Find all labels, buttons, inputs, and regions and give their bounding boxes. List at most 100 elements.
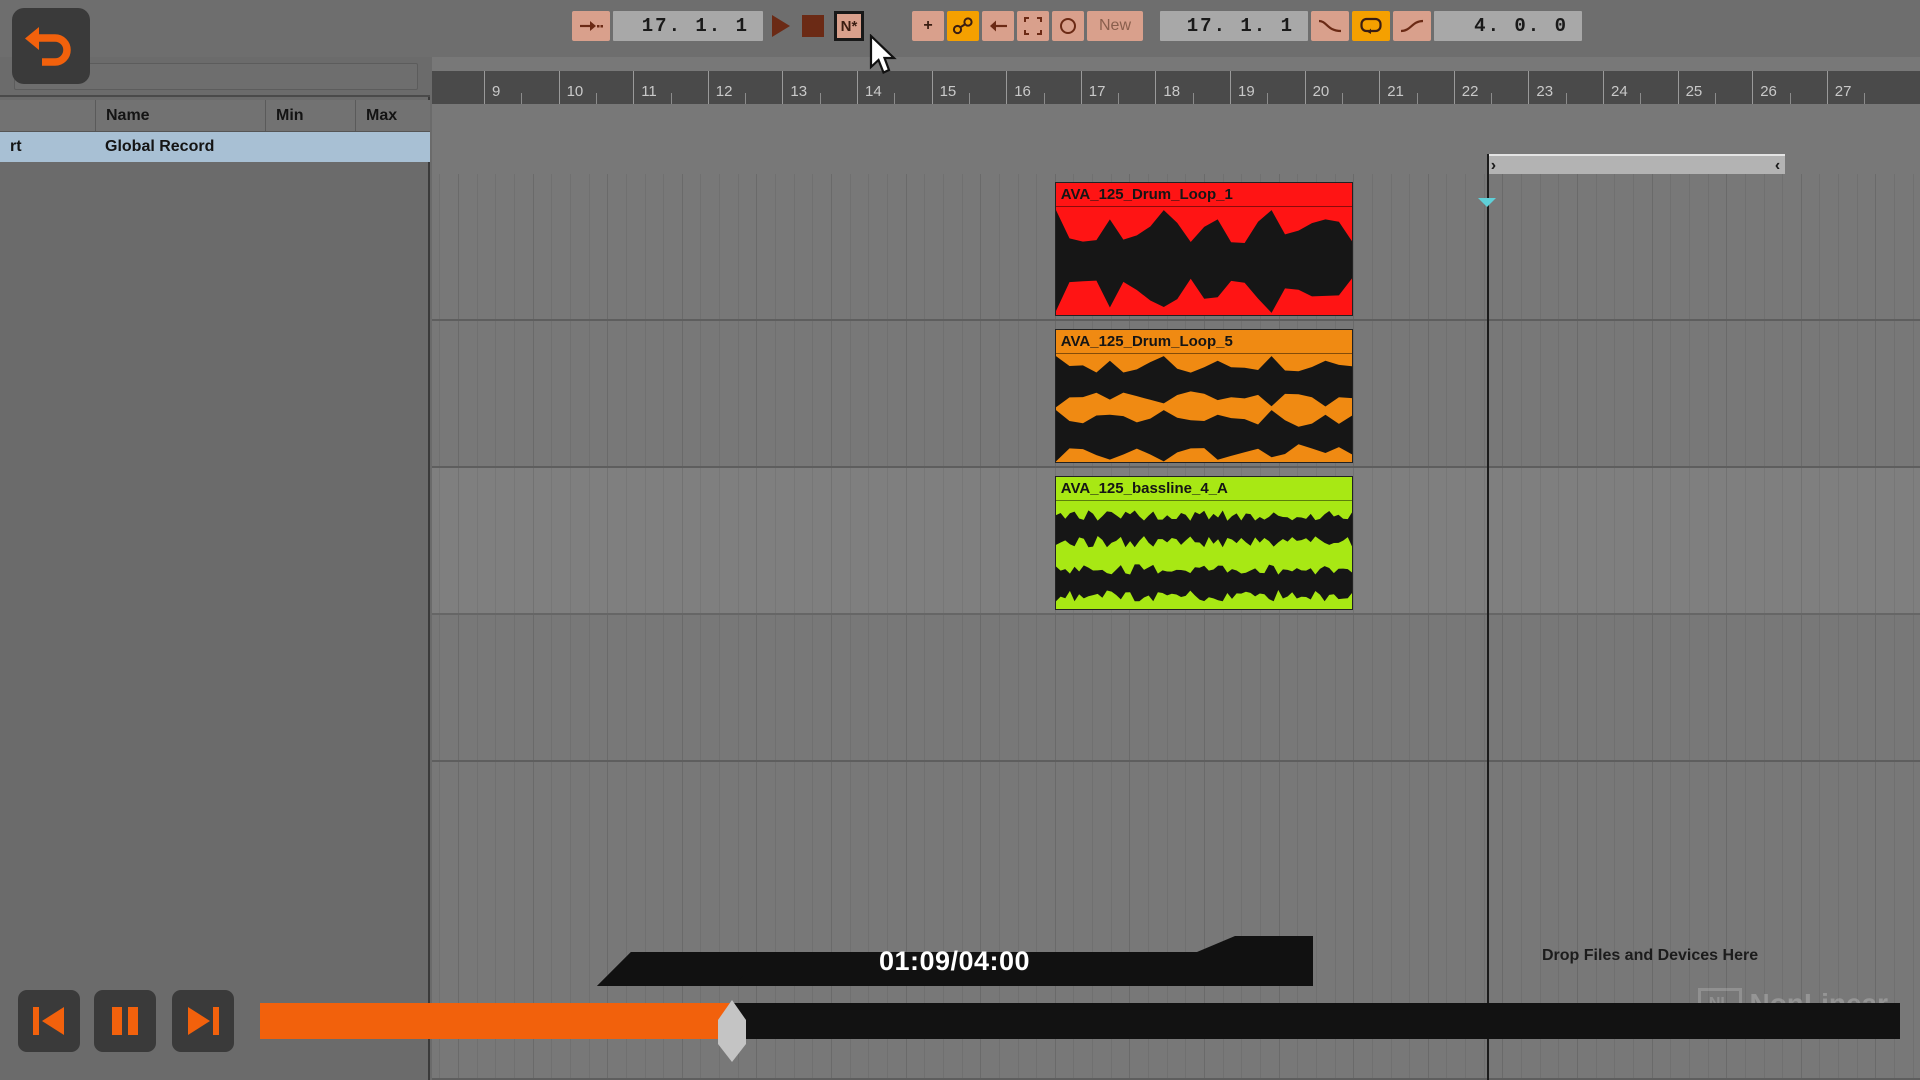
ruler-tick-20: 20 (1304, 71, 1329, 104)
audio-clip[interactable]: AVA_125_bassline_4_A (1054, 476, 1354, 610)
fade-in-icon[interactable] (1393, 11, 1431, 41)
ruler-tick-16: 16 (1006, 71, 1031, 104)
ruler-subtick (819, 93, 821, 104)
fade-out-icon[interactable] (1311, 11, 1349, 41)
ruler-tick-9: 9 (484, 71, 500, 104)
browser-column-headers: Name Min Max (0, 100, 430, 132)
column-header-max[interactable]: Max (355, 100, 430, 131)
clip-waveform (1055, 355, 1353, 462)
column-header-name[interactable]: Name (95, 100, 265, 131)
ruler-subtick (894, 93, 896, 104)
ruler-subtick (1043, 93, 1045, 104)
loop-start-display[interactable]: 17. 1. 1 (1160, 11, 1308, 41)
skip-next-icon (188, 1007, 219, 1035)
loop-brace[interactable]: › ‹ (1486, 154, 1786, 175)
skip-next-button[interactable] (172, 990, 234, 1052)
play-icon[interactable] (772, 15, 790, 37)
row-max (355, 132, 430, 162)
playhead (1486, 154, 1489, 1080)
ruler-subtick (1192, 93, 1194, 104)
browser-panel[interactable]: Name Min Max rt Global Record (0, 57, 430, 1080)
ruler-tick-21: 21 (1379, 71, 1404, 104)
link-icon[interactable] (947, 11, 979, 41)
fit-selection-icon[interactable] (1017, 11, 1049, 41)
loop-end-handle[interactable]: ‹ (1775, 157, 1780, 175)
ruler-subtick (595, 93, 597, 104)
loop-start-handle[interactable]: › (1491, 157, 1496, 175)
ruler-tick-17: 17 (1080, 71, 1105, 104)
ruler-subtick (1118, 93, 1120, 104)
ruler-subtick (968, 93, 970, 104)
table-row[interactable]: rt Global Record (0, 132, 430, 162)
undo-arrow-icon (25, 27, 71, 66)
row-name: Global Record (105, 138, 215, 155)
ruler-left-pad (432, 71, 458, 104)
new-button[interactable]: New (1087, 11, 1143, 41)
top-toolbar: 17. 1. 1 N* + New 17. 1. 1 4. 0. 0 (0, 0, 1920, 57)
ruler-tick-15: 15 (931, 71, 956, 104)
back-button[interactable] (12, 8, 90, 84)
loop-group: 17. 1. 1 4. 0. 0 (1160, 11, 1585, 41)
ruler-subtick (1565, 93, 1567, 104)
clip-waveform (1055, 502, 1353, 609)
scrubber-thumb[interactable] (717, 1000, 747, 1062)
ruler-tick-25: 25 (1677, 71, 1702, 104)
ruler-subtick (521, 93, 523, 104)
scrubber-track[interactable] (260, 1003, 1900, 1039)
ruler-subtick (1789, 93, 1791, 104)
arrow-left-icon[interactable] (982, 11, 1014, 41)
skip-previous-icon (33, 1007, 64, 1035)
track-lanes[interactable]: AVA_125_Drum_Loop_1 AVA_125_Drum_Loop_5 … (432, 174, 1920, 1080)
edit-tools-group: + New (912, 11, 1146, 41)
ruler-tick-24: 24 (1603, 71, 1628, 104)
ruler-subtick (670, 93, 672, 104)
ruler-subtick (1267, 93, 1269, 104)
play-pause-button[interactable] (94, 990, 156, 1052)
row-min (265, 132, 355, 162)
ruler-subtick (1416, 93, 1418, 104)
ruler-subtick (1864, 93, 1866, 104)
ruler-subtick (1491, 93, 1493, 104)
position-display[interactable]: 17. 1. 1 (613, 11, 763, 41)
snap-to-marker-icon[interactable] (572, 11, 610, 41)
ruler-tick-13: 13 (782, 71, 807, 104)
ruler-subtick (745, 93, 747, 104)
drop-files-hint: Drop Files and Devices Here (1542, 947, 1759, 964)
transport-group: 17. 1. 1 N* (572, 11, 864, 41)
clip-title[interactable]: AVA_125_Drum_Loop_5 (1055, 330, 1353, 354)
ruler-tick-19: 19 (1230, 71, 1255, 104)
clip-title[interactable]: AVA_125_Drum_Loop_1 (1055, 183, 1353, 207)
ruler-tick-22: 22 (1453, 71, 1478, 104)
ruler-tick-23: 23 (1528, 71, 1553, 104)
audio-clip[interactable]: AVA_125_Drum_Loop_5 (1054, 329, 1354, 463)
clip-title[interactable]: AVA_125_bassline_4_A (1055, 477, 1353, 501)
ruler-tick-27: 27 (1826, 71, 1851, 104)
add-icon[interactable]: + (912, 11, 944, 41)
column-header-min[interactable]: Min (265, 100, 355, 131)
ruler-tick-10: 10 (558, 71, 583, 104)
ruler-subtick (1640, 93, 1642, 104)
ruler-tick-11: 11 (633, 71, 657, 104)
pause-icon (112, 1007, 138, 1035)
loop-icon[interactable] (1352, 11, 1390, 41)
ruler-tick-12: 12 (707, 71, 732, 104)
audio-clip[interactable]: AVA_125_Drum_Loop_1 (1054, 182, 1354, 316)
timeline-ruler[interactable]: 9 10 11 12 13 14 15 16 17 18 19 20 21 22 23 24 25 26 27 (458, 71, 1920, 104)
scrubber-fill (260, 1003, 732, 1039)
ruler-subtick (1341, 93, 1343, 104)
stop-icon[interactable] (802, 15, 824, 37)
row-type: rt (10, 138, 22, 155)
ruler-tick-18: 18 (1155, 71, 1180, 104)
start-marker-icon[interactable] (1477, 198, 1496, 207)
circle-icon[interactable] (1052, 11, 1084, 41)
arrangement-view[interactable]: 9 10 11 12 13 14 15 16 17 18 19 20 21 22 23 24 25 26 27 › … (432, 57, 1920, 1080)
ruler-tick-14: 14 (857, 71, 882, 104)
loop-length-display[interactable]: 4. 0. 0 (1434, 11, 1582, 41)
ruler-tick-26: 26 (1752, 71, 1777, 104)
clip-waveform (1055, 208, 1353, 315)
ruler-subtick (1714, 93, 1716, 104)
skip-previous-button[interactable] (18, 990, 80, 1052)
record-toggle-button[interactable]: N* (834, 11, 864, 41)
track-lane-4[interactable] (432, 615, 1920, 762)
column-header-type[interactable] (0, 100, 95, 131)
